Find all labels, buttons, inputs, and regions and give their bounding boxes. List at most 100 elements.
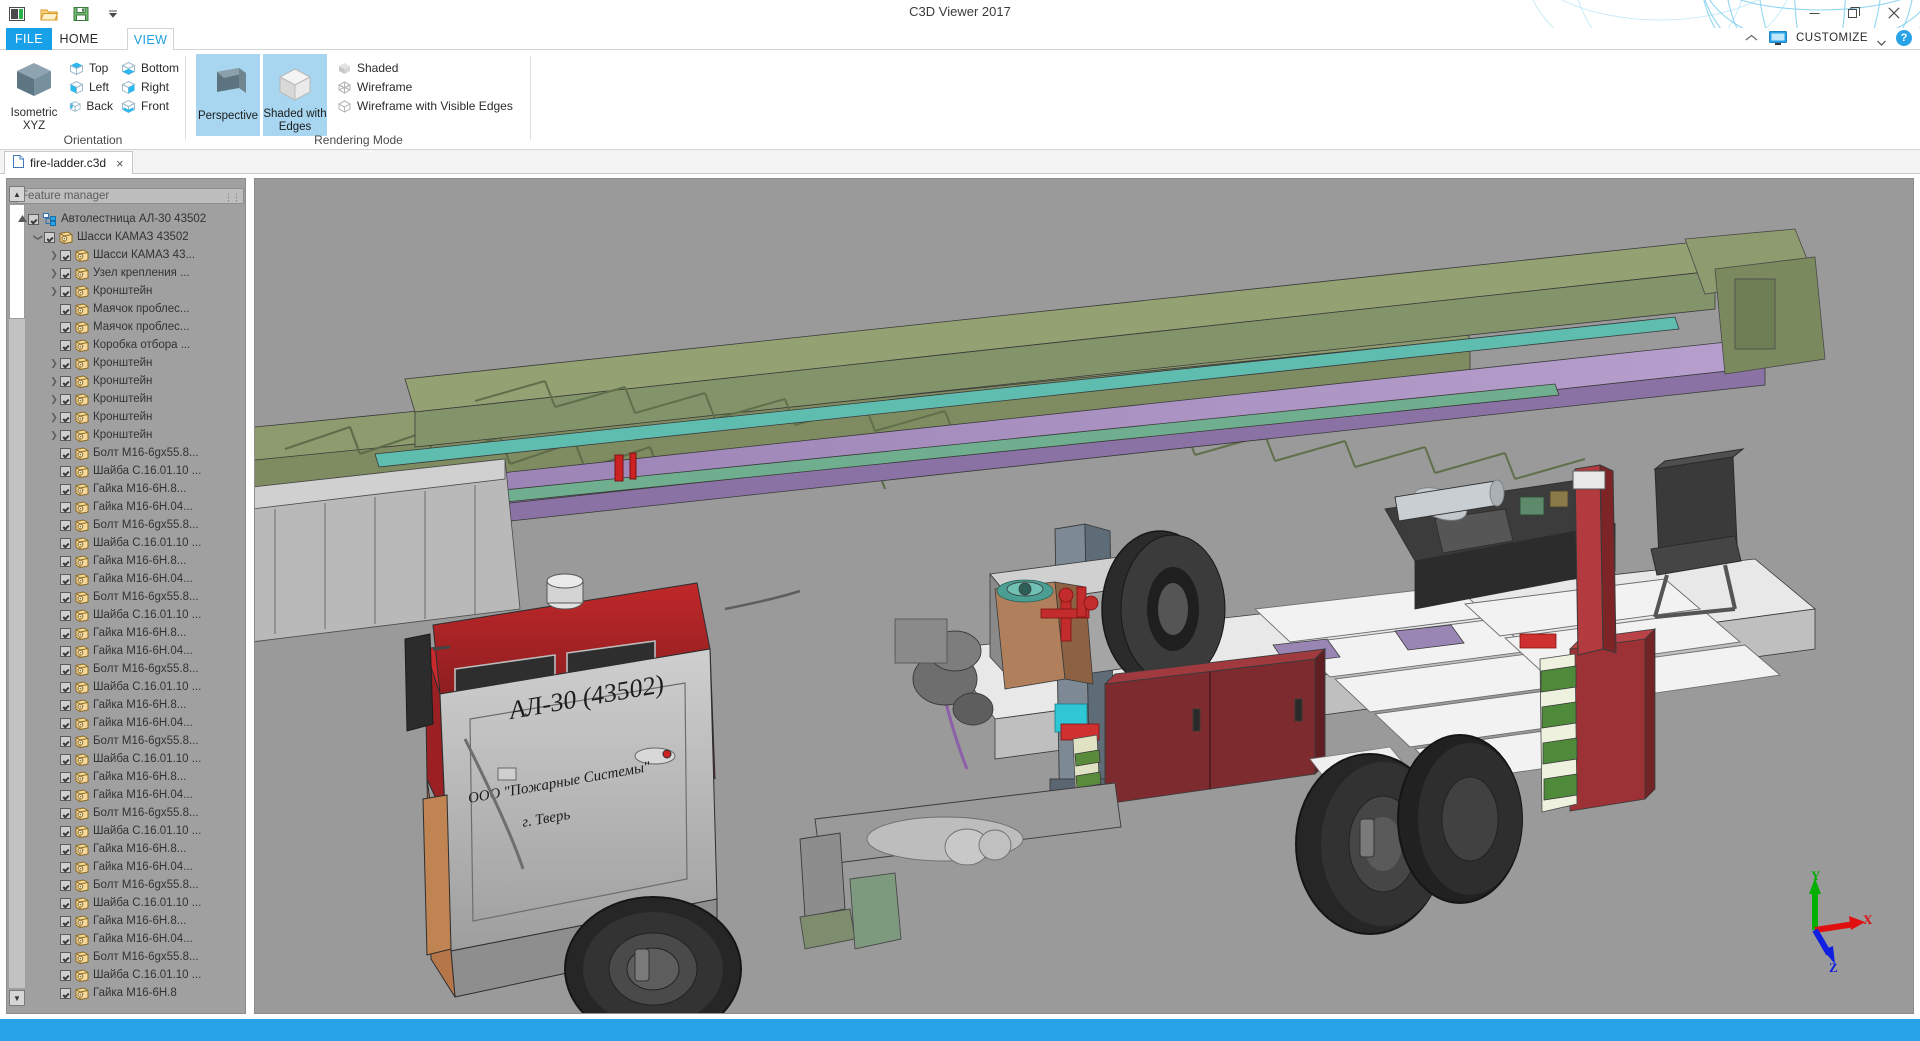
tree-item[interactable]: Гайка M16-6H.8 <box>16 984 244 1002</box>
tree-item[interactable]: Гайка M16-6H.8... <box>16 624 244 642</box>
tree-item-checkbox[interactable] <box>60 303 71 315</box>
chevron-down-icon[interactable] <box>1877 33 1887 46</box>
tree-item-checkbox[interactable] <box>60 681 71 693</box>
tree-item-checkbox[interactable] <box>60 771 71 783</box>
tree-item-checkbox[interactable] <box>60 267 71 279</box>
tree-item[interactable]: Шайба С.16.01.10 ... <box>16 894 244 912</box>
tree-expander-icon[interactable]: ❯ <box>48 394 60 405</box>
tree-item[interactable]: Гайка M16-6H.04... <box>16 786 244 804</box>
tree-item[interactable]: Гайка M16-6H.8... <box>16 768 244 786</box>
tree-item[interactable]: Шайба С.16.01.10 ... <box>16 966 244 984</box>
tree-expander-icon[interactable]: ❯ <box>48 430 60 441</box>
tree-item-checkbox[interactable] <box>60 897 71 909</box>
tree-item-checkbox[interactable] <box>60 645 71 657</box>
tree-item[interactable]: Гайка M16-6H.8... <box>16 552 244 570</box>
tree-expander-icon[interactable]: ❯ <box>33 231 44 243</box>
tree-item[interactable]: ❯ Шасси КАМАЗ 43... <box>16 246 244 264</box>
wireframe-button[interactable]: Wireframe <box>334 77 415 97</box>
tree-item[interactable]: Гайка M16-6H.8... <box>16 840 244 858</box>
view-left-button[interactable]: Left <box>66 77 116 97</box>
feature-tree[interactable]: Автолестница АЛ-30 43502 ❯ Шасси КАМАЗ 435… <box>16 210 244 1007</box>
tree-item[interactable]: Шайба С.16.01.10 ... <box>16 462 244 480</box>
tree-expander-icon[interactable]: ❯ <box>48 358 60 369</box>
tree-item[interactable]: Шайба С.16.01.10 ... <box>16 606 244 624</box>
tree-item-checkbox[interactable] <box>60 375 71 387</box>
tree-item-checkbox[interactable] <box>60 249 71 261</box>
tree-expander-icon[interactable] <box>16 214 28 225</box>
tree-item-checkbox[interactable] <box>60 861 71 873</box>
tree-item-checkbox[interactable] <box>60 285 71 297</box>
tree-item-checkbox[interactable] <box>60 321 71 333</box>
tab-home[interactable]: HOME <box>52 28 106 50</box>
tree-item-checkbox[interactable] <box>60 807 71 819</box>
tree-item[interactable]: ❯ Шасси КАМАЗ 43502 <box>16 228 244 246</box>
tree-item-checkbox[interactable] <box>60 465 71 477</box>
tree-item[interactable]: Болт M16-6gx55.8... <box>16 660 244 678</box>
tree-item-checkbox[interactable] <box>60 879 71 891</box>
tree-item-checkbox[interactable] <box>60 789 71 801</box>
perspective-button[interactable]: Perspective <box>196 54 260 136</box>
shaded-with-edges-button[interactable]: Shaded with Edges <box>263 54 327 136</box>
tree-item-checkbox[interactable] <box>60 411 71 423</box>
view-right-button[interactable]: Right <box>118 77 184 97</box>
view-top-button[interactable]: Top <box>66 58 116 78</box>
document-tab-fire-ladder[interactable]: fire-ladder.c3d × <box>4 151 133 174</box>
tree-expander-icon[interactable]: ❯ <box>48 250 60 261</box>
tree-item[interactable]: Гайка M16-6H.8... <box>16 480 244 498</box>
tree-expander-icon[interactable]: ❯ <box>48 286 60 297</box>
tree-item[interactable]: ❯ Кронштейн <box>16 354 244 372</box>
tree-item-checkbox[interactable] <box>60 627 71 639</box>
tree-item-checkbox[interactable] <box>60 717 71 729</box>
tree-item[interactable]: Маячок проблес... <box>16 318 244 336</box>
tree-item[interactable]: Болт M16-6gx55.8... <box>16 804 244 822</box>
help-icon[interactable]: ? <box>1896 30 1912 46</box>
tree-scroll-up-button[interactable]: ▲ <box>9 186 25 202</box>
wireframe-visible-edges-button[interactable]: Wireframe with Visible Edges <box>334 96 516 116</box>
view-bottom-button[interactable]: Bottom <box>118 58 184 78</box>
tree-item[interactable]: ❯ Кронштейн <box>16 426 244 444</box>
tree-item-checkbox[interactable] <box>60 699 71 711</box>
tree-item[interactable]: Шайба С.16.01.10 ... <box>16 678 244 696</box>
maximize-restore-button[interactable] <box>1834 0 1874 26</box>
tree-item[interactable]: Гайка M16-6H.04... <box>16 714 244 732</box>
tree-item-checkbox[interactable] <box>60 447 71 459</box>
tree-item[interactable]: Гайка M16-6H.04... <box>16 858 244 876</box>
tree-item[interactable]: Болт M16-6gx55.8... <box>16 876 244 894</box>
tree-item[interactable]: Гайка M16-6H.8... <box>16 912 244 930</box>
tab-view[interactable]: VIEW <box>127 28 174 51</box>
tree-item-checkbox[interactable] <box>28 213 39 225</box>
viewport-3d[interactable]: АЛ-30 (43502) ООО "Пожарные Системы" г. … <box>254 178 1914 1014</box>
tree-item-checkbox[interactable] <box>44 231 55 243</box>
tree-item-checkbox[interactable] <box>60 555 71 567</box>
tree-item-checkbox[interactable] <box>60 951 71 963</box>
tree-item[interactable]: ❯ Узел крепления ... <box>16 264 244 282</box>
tree-expander-icon[interactable]: ❯ <box>48 376 60 387</box>
tree-item-checkbox[interactable] <box>60 573 71 585</box>
collapse-ribbon-icon[interactable] <box>1744 30 1760 46</box>
tree-item-checkbox[interactable] <box>60 663 71 675</box>
tree-item[interactable]: Гайка M16-6H.04... <box>16 570 244 588</box>
tree-item-checkbox[interactable] <box>60 339 71 351</box>
tree-item[interactable]: Коробка отбора ... <box>16 336 244 354</box>
tree-item[interactable]: Болт M16-6gx55.8... <box>16 588 244 606</box>
tree-item-checkbox[interactable] <box>60 519 71 531</box>
tree-item-checkbox[interactable] <box>60 753 71 765</box>
tree-item-checkbox[interactable] <box>60 915 71 927</box>
tree-item[interactable]: Маячок проблес... <box>16 300 244 318</box>
tree-item[interactable]: Болт M16-6gx55.8... <box>16 948 244 966</box>
tree-item[interactable]: Гайка M16-6H.04... <box>16 642 244 660</box>
tree-item-checkbox[interactable] <box>60 501 71 513</box>
close-button[interactable] <box>1874 0 1914 26</box>
tree-item-checkbox[interactable] <box>60 969 71 981</box>
tree-item[interactable]: Автолестница АЛ-30 43502 <box>16 210 244 228</box>
tree-item-checkbox[interactable] <box>60 429 71 441</box>
tree-expander-icon[interactable]: ❯ <box>48 268 60 279</box>
tab-file[interactable]: FILE <box>6 28 52 50</box>
tree-item[interactable]: Гайка M16-6H.04... <box>16 498 244 516</box>
tree-expander-icon[interactable]: ❯ <box>48 412 60 423</box>
tree-item[interactable]: Шайба С.16.01.10 ... <box>16 822 244 840</box>
tree-item-checkbox[interactable] <box>60 843 71 855</box>
tree-item-checkbox[interactable] <box>60 393 71 405</box>
tree-item-checkbox[interactable] <box>60 933 71 945</box>
tree-item-checkbox[interactable] <box>60 591 71 603</box>
